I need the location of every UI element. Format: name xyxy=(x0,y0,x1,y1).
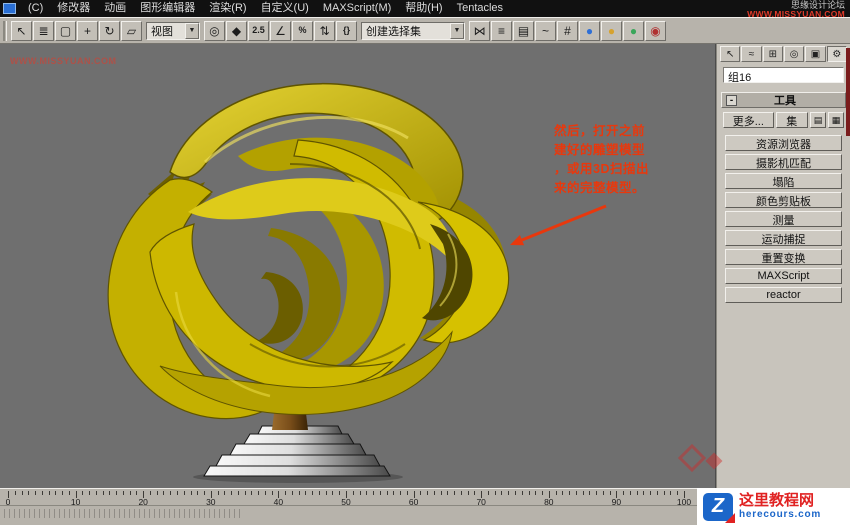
site-logo-icon: Z xyxy=(703,492,735,523)
annotation-line: 然后，打开之前 xyxy=(554,124,646,138)
layer-manager-icon[interactable]: ▤ xyxy=(513,20,534,41)
utility-button[interactable]: 颜色剪贴板 xyxy=(725,192,842,208)
select-by-name-icon[interactable]: ≣ xyxy=(33,20,54,41)
site-logo: Z 这里教程网 herecours.com xyxy=(697,488,850,525)
sets-button[interactable]: 集 xyxy=(775,112,808,128)
utility-button[interactable]: 运动捕捉 xyxy=(725,230,842,246)
menu-bar-items: (C) 修改器 动画 图形编辑器 渲染(R) 自定义(U) MAXScript(M) 帮助(H… xyxy=(21,1,510,16)
menu-item[interactable]: MAXScript(M) xyxy=(316,1,398,16)
named-selection-combo[interactable]: 创建选择集 ▼ xyxy=(361,21,465,40)
command-panel-tabs: ↖ ≈ ⊞ ◎ ▣ ⚙ xyxy=(717,44,850,64)
annotation-line: ，或用3D扫描出 xyxy=(554,162,649,176)
sculpture-graphic xyxy=(107,82,607,483)
combo-value: 视图 xyxy=(151,25,173,38)
menu-item[interactable]: 动画 xyxy=(97,1,133,16)
rollout-title: 工具 xyxy=(774,95,796,107)
track-bar[interactable]: 0 10 20 30 40 50 60 70 80 90 100 xyxy=(0,488,697,507)
menu-item[interactable]: 自定义(U) xyxy=(254,1,316,16)
utility-config-icon[interactable]: ▤ xyxy=(810,112,826,128)
selection-region-icon[interactable]: ▢ xyxy=(55,20,76,41)
collapse-button[interactable]: - xyxy=(726,94,737,106)
tools-rollout-header[interactable]: - 工具 xyxy=(721,92,846,108)
angle-snap-icon[interactable]: ∠ xyxy=(270,20,291,41)
menu-item[interactable]: 修改器 xyxy=(50,1,97,16)
forum-watermark: 思缘设计论坛 WWW.MISSYUAN.COM xyxy=(747,1,845,19)
annotation-line: 来的完整模型。 xyxy=(554,181,646,195)
select-manipulate-icon[interactable]: ◆ xyxy=(226,20,247,41)
use-pivot-center-icon[interactable]: ◎ xyxy=(204,20,225,41)
render-setup-icon[interactable]: ● xyxy=(601,20,622,41)
site-name: 这里教程网 xyxy=(739,492,815,509)
utility-button[interactable]: 测量 xyxy=(725,211,842,227)
site-domain: herecours.com xyxy=(739,509,822,520)
track-minor-ticks xyxy=(4,509,244,518)
chevron-down-icon: ▼ xyxy=(450,22,464,39)
create-tab[interactable]: ↖ xyxy=(720,46,741,62)
menu-item[interactable]: 帮助(H) xyxy=(398,1,449,16)
status-bar xyxy=(0,506,697,525)
menu-item[interactable]: 渲染(R) xyxy=(202,1,253,16)
annotation-line: 建好的雕塑模型 xyxy=(554,143,646,157)
more-button[interactable]: 更多... xyxy=(723,112,774,128)
panel-edge-strip xyxy=(846,48,850,136)
menu-bar: (C) 修改器 动画 图形编辑器 渲染(R) 自定义(U) MAXScript(M) 帮助(H… xyxy=(0,0,850,19)
reference-coordsys-combo[interactable]: 视图 ▼ xyxy=(146,21,200,40)
named-sets-icon[interactable]: {} xyxy=(336,20,357,41)
group-name-field[interactable]: 组16 xyxy=(723,67,844,84)
command-panel: ↖ ≈ ⊞ ◎ ▣ ⚙ 组16 - 工具 更多... 集 ▤ ▦ 资源浏览器摄影机匹配塌陷颜… xyxy=(716,44,850,488)
schematic-view-icon[interactable]: # xyxy=(557,20,578,41)
utility-button[interactable]: 塌陷 xyxy=(725,173,842,189)
percent-snap-icon[interactable]: % xyxy=(292,20,313,41)
utility-notes-icon[interactable]: ▦ xyxy=(828,112,844,128)
select-move-icon[interactable]: + xyxy=(77,20,98,41)
utility-button[interactable]: 摄影机匹配 xyxy=(725,154,842,170)
3dsmax-window: (C) 修改器 动画 图形编辑器 渲染(R) 自定义(U) MAXScript(M) 帮助(H… xyxy=(0,0,850,525)
quick-render-icon[interactable]: ◉ xyxy=(645,20,666,41)
main-toolbar: ↖ ≣ ▢ + ↻ ▱ 视图 ▼ ◎ ◆ 2.5 ∠% ⇅{} 创建选择集 ▼ ⋈ ≡ ▤ ~ # ● ● ● ◉ xyxy=(0,17,850,44)
menu-item[interactable]: 图形编辑器 xyxy=(133,1,202,16)
align-icon[interactable]: ≡ xyxy=(491,20,512,41)
viewport-watermark: WWW.MISSYUAN.COM xyxy=(10,56,117,66)
utility-button[interactable]: reactor xyxy=(725,287,842,303)
utilities-header-row: 更多... 集 ▤ ▦ xyxy=(723,112,844,128)
select-scale-icon[interactable]: ▱ xyxy=(121,20,142,41)
hierarchy-tab[interactable]: ⊞ xyxy=(762,46,783,62)
snap-tools-group: ◎ ◆ 2.5 ∠% ⇅{} xyxy=(204,20,357,41)
utilities-tab[interactable]: ⚙ xyxy=(826,46,847,62)
display-tab[interactable]: ▣ xyxy=(805,46,826,62)
motion-tab[interactable]: ◎ xyxy=(783,46,805,62)
app-icon[interactable] xyxy=(3,3,16,14)
tutorial-annotation: 然后，打开之前 建好的雕塑模型 ，或用3D扫描出 来的完整模型。 xyxy=(554,122,650,198)
site-logo-letter: Z xyxy=(711,495,725,517)
snap-toggle-icon[interactable]: 2.5 xyxy=(248,20,269,41)
utility-button[interactable]: 重置变换 xyxy=(725,249,842,265)
selection-tools-group: ↖ ≣ ▢ + ↻ ▱ xyxy=(11,20,142,41)
modify-tab[interactable]: ≈ xyxy=(741,46,762,62)
render-preview-icon[interactable]: ● xyxy=(623,20,644,41)
utilities-button-list: 资源浏览器摄影机匹配塌陷颜色剪贴板测量运动捕捉重置变换 MAXScript reac… xyxy=(725,135,842,303)
select-rotate-icon[interactable]: ↻ xyxy=(99,20,120,41)
chevron-down-icon: ▼ xyxy=(185,22,199,39)
perspective-viewport[interactable]: WWW.MISSYUAN.COM 然后，打开之前 建好的雕塑模型 ，或用3D扫描出来… xyxy=(0,44,716,488)
site-logo-text: 这里教程网 herecours.com xyxy=(739,492,822,521)
curve-editor-icon[interactable]: ~ xyxy=(535,20,556,41)
combo-value: 创建选择集 xyxy=(366,25,421,38)
utility-mini-buttons: ▤ ▦ xyxy=(810,112,844,128)
annotation-arrow xyxy=(510,204,607,246)
forum-url: WWW.MISSYUAN.COM xyxy=(747,9,845,19)
menu-item[interactable]: Tentacles xyxy=(450,1,510,16)
toolbar-grip[interactable] xyxy=(3,20,7,41)
material-editor-icon[interactable]: ● xyxy=(579,20,600,41)
spinner-snap-icon[interactable]: ⇅ xyxy=(314,20,335,41)
utility-button[interactable]: MAXScript xyxy=(725,268,842,284)
select-object-icon[interactable]: ↖ xyxy=(11,20,32,41)
mirror-icon[interactable]: ⋈ xyxy=(469,20,490,41)
utility-button[interactable]: 资源浏览器 xyxy=(725,135,842,151)
render-tools-group: ⋈ ≡ ▤ ~ # ● ● ● ◉ xyxy=(469,20,666,41)
menu-item[interactable]: (C) xyxy=(21,1,50,16)
